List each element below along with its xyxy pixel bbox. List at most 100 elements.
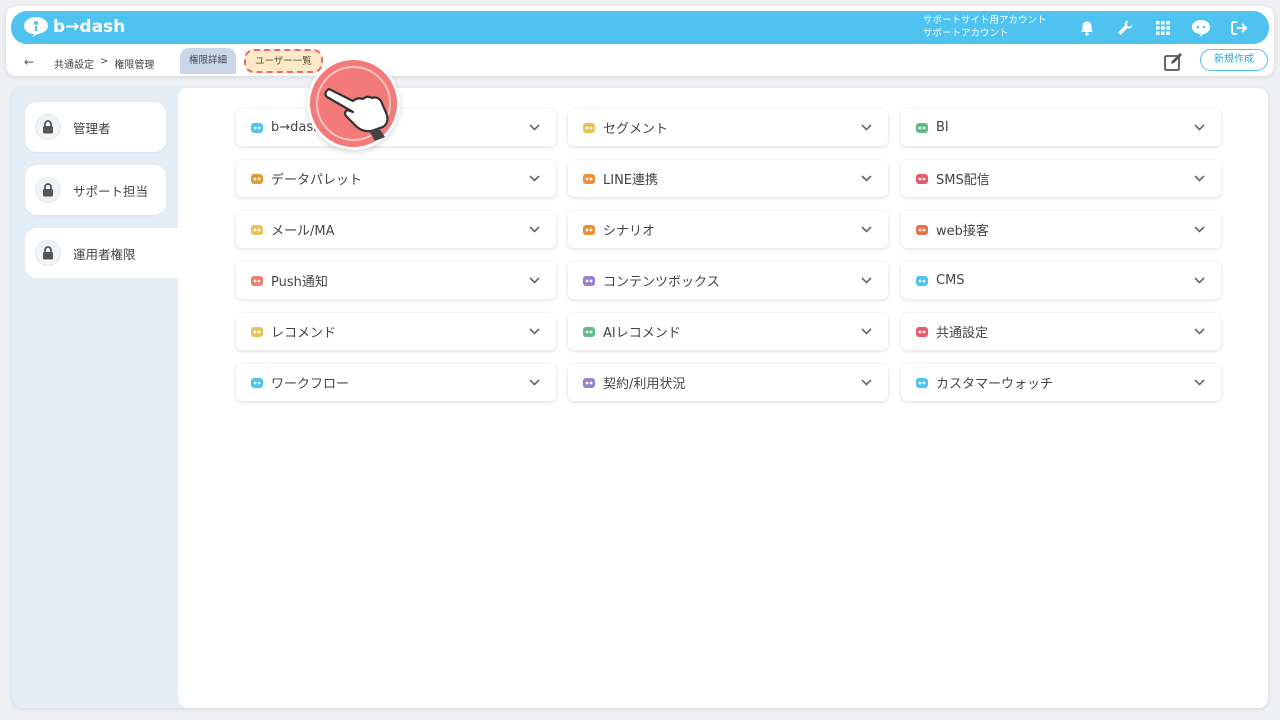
accordion-label: AIレコメンド [603,326,681,341]
content-box-icon [581,273,597,289]
accordion-item[interactable]: データパレット [236,160,556,197]
sidebar-item-label: 管理者 [73,120,111,136]
grid-icon[interactable] [1151,16,1175,40]
accordion-item[interactable]: メール/MA [236,211,556,248]
chevron-down-icon[interactable] [528,328,540,335]
accordion-label: web接客 [936,224,989,239]
accordion-label: データパレット [271,173,363,188]
pointing-hand-icon [324,87,389,141]
sidebar-item-admin[interactable]: 管理者 [25,102,166,152]
accordion-item[interactable]: web接客 [901,211,1221,248]
recommend-icon [249,324,265,340]
sidebar-item-support[interactable]: サポート担当 [25,165,166,215]
lock-icon [35,114,61,140]
sidebar-item-label: 運用者権限 [73,246,136,262]
chevron-down-icon[interactable] [860,328,872,335]
chat-bot-icon[interactable] [1189,16,1213,40]
breadcrumb-separator: > [100,56,109,67]
accordion-label: BI [936,120,949,135]
logo-bubble-icon [24,17,48,37]
common-settings-icon [914,324,930,340]
workflow-icon [249,375,265,391]
contract-icon [581,375,597,391]
chevron-down-icon[interactable] [528,277,540,284]
tab-permission-detail[interactable]: 権限詳細 [180,48,237,74]
chevron-down-icon[interactable] [860,226,872,233]
accordion-label: レコメンド [271,326,337,341]
accordion-item[interactable]: Push通知 [236,262,556,299]
chevron-down-icon[interactable] [528,175,540,182]
accordion-item[interactable]: 契約/利用状況 [568,364,888,401]
account-info[interactable]: サポートサイト用アカウント サポートアカウント [923,14,1047,40]
main-panel: 管理者 サポート担当 運用者権限 b→dash セグメント BI データパレット LIN… [12,88,1268,708]
accordion-label: ワークフロー [271,377,350,392]
header: b→dash サポートサイト用アカウント サポートアカウント ← 共通設定 > … [6,6,1274,76]
chevron-down-icon[interactable] [528,379,540,386]
breadcrumb-item[interactable]: 共通設定 [54,56,94,71]
chevron-down-icon[interactable] [1193,277,1205,284]
accordion-item[interactable]: AIレコメンド [568,313,888,350]
accordion-label: LINE連携 [603,173,659,188]
chevron-down-icon[interactable] [1193,175,1205,182]
accordion-label: SMS配信 [936,173,990,188]
mail-icon [249,222,265,238]
accordion-item[interactable]: BI [901,109,1221,146]
accordion-item[interactable]: LINE連携 [568,160,888,197]
accordion-item[interactable]: カスタマーウォッチ [901,364,1221,401]
breadcrumb-item: 権限管理 [114,60,155,71]
accordion-item[interactable]: SMS配信 [901,160,1221,197]
accordion-label: セグメント [603,122,669,137]
accordion-item[interactable]: コンテンツボックス [568,262,888,299]
push-icon [249,273,265,289]
top-bar: b→dash サポートサイト用アカウント サポートアカウント [11,11,1269,44]
chevron-down-icon[interactable] [528,226,540,233]
accordion-label: コンテンツボックス [603,275,720,290]
breadcrumb: 共通設定 > 権限管理 [54,56,154,71]
chevron-down-icon[interactable] [860,379,872,386]
customer-watch-icon [914,375,930,391]
logo[interactable]: b→dash [23,16,125,38]
chevron-down-icon[interactable] [1193,226,1205,233]
accordion-label: メール/MA [271,224,335,239]
scenario-icon [581,222,597,238]
chevron-down-icon[interactable] [1193,379,1205,386]
sidebar-item-label: サポート担当 [73,183,149,199]
bell-icon[interactable] [1075,16,1099,40]
bi-chart-icon [914,120,930,136]
segment-icon [581,120,597,136]
sub-bar: ← 共通設定 > 権限管理 権限詳細 ユーザー一覧 新規作成 [6,46,1274,76]
chevron-down-icon[interactable] [860,277,872,284]
accordion-label: カスタマーウォッチ [936,377,1054,392]
accordion-label: CMS [936,273,965,288]
chevron-down-icon[interactable] [528,124,540,131]
pointer-hand-overlay [307,57,400,150]
accordion-item[interactable]: シナリオ [568,211,888,248]
sms-icon [914,171,930,187]
chevron-down-icon[interactable] [860,175,872,182]
chevron-down-icon[interactable] [860,124,872,131]
web-icon [914,222,930,238]
accordion-item[interactable]: セグメント [568,109,888,146]
line-icon [581,171,597,187]
wrench-icon[interactable] [1113,16,1137,40]
accordion-item[interactable]: ワークフロー [236,364,556,401]
palette-icon [249,171,265,187]
logo-text: b→dash [53,17,126,37]
chevron-down-icon[interactable] [1193,328,1205,335]
accordion-label: 共通設定 [936,326,989,341]
accordion-label: Push通知 [271,275,328,290]
edit-icon[interactable] [1162,51,1184,73]
bdash-icon [249,120,265,136]
back-arrow-icon[interactable]: ← [24,55,34,69]
accordion-item[interactable]: CMS [901,262,1221,299]
new-create-button[interactable]: 新規作成 [1200,49,1268,71]
account-line2: サポートアカウント [923,28,1009,39]
accordion-item[interactable]: レコメンド [236,313,556,350]
lock-icon [35,240,61,266]
accordion-item[interactable]: 共通設定 [901,313,1221,350]
logout-icon[interactable] [1227,16,1251,40]
chevron-down-icon[interactable] [1193,124,1205,131]
sidebar-item-operator[interactable]: 運用者権限 [25,228,179,278]
accordion-label: 契約/利用状況 [603,377,686,392]
account-line1: サポートサイト用アカウント [923,15,1047,26]
